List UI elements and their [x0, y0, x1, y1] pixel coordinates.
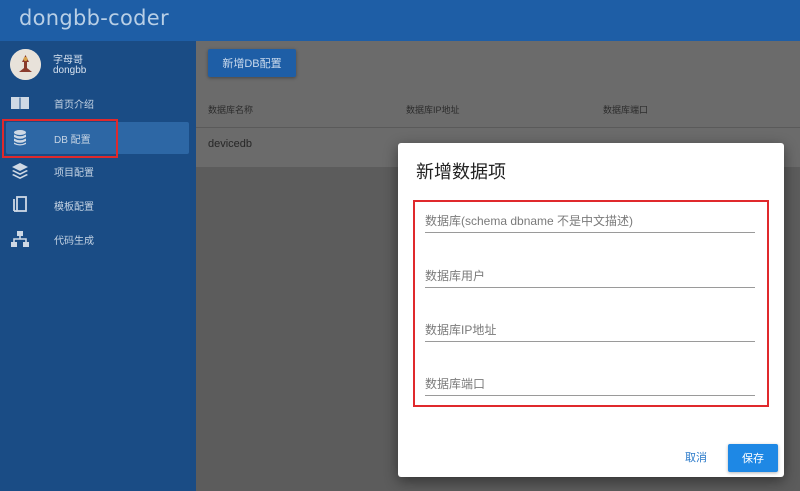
table-row-db-name[interactable]: devicedb — [208, 138, 252, 150]
db-schema-field[interactable] — [425, 211, 755, 233]
sidebar-item-label: 首页介绍 — [54, 100, 94, 111]
user-profile[interactable]: 字母哥 dongbb — [10, 49, 190, 81]
avatar[interactable] — [10, 49, 41, 80]
sidebar-item-label: 模板配置 — [54, 202, 94, 213]
cancel-button[interactable]: 取消 — [676, 445, 716, 469]
header-divider — [196, 127, 800, 128]
sidebar-item-project-config[interactable]: 项目配置 — [0, 155, 196, 187]
db-user-field[interactable] — [425, 266, 755, 288]
sidebar-item-code-gen[interactable]: 代码生成 — [0, 223, 196, 255]
dialog-title: 新增数据项 — [416, 162, 506, 182]
db-user-input[interactable] — [425, 266, 755, 286]
copy-icon — [10, 196, 30, 214]
sidebar-item-template-config[interactable]: 模板配置 — [0, 189, 196, 221]
column-header-db-port: 数据库端口 — [603, 105, 649, 115]
db-port-input[interactable] — [425, 374, 755, 394]
highlight-box-nav — [2, 119, 118, 158]
app-title: dongbb-coder — [19, 6, 169, 30]
sitemap-icon — [10, 230, 30, 248]
layers-icon — [10, 162, 30, 180]
column-header-db-name: 数据库名称 — [208, 105, 254, 115]
db-port-field[interactable] — [425, 374, 755, 396]
db-schema-input[interactable] — [425, 211, 755, 231]
sidebar-item-home[interactable]: 首页介绍 — [0, 87, 196, 119]
app-bar: dongbb-coder — [0, 0, 800, 41]
sidebar-item-label: 代码生成 — [54, 236, 94, 247]
sidebar: 字母哥 dongbb 首页介绍 DB 配置 项目配置 模板配置 代码生成 — [0, 41, 196, 491]
user-name: 字母哥 — [53, 55, 83, 66]
save-button[interactable]: 保存 — [728, 444, 778, 472]
user-id: dongbb — [53, 65, 87, 76]
sidebar-item-label: 项目配置 — [54, 168, 94, 179]
db-ip-input[interactable] — [425, 320, 755, 340]
book-icon — [10, 94, 30, 112]
add-db-config-button[interactable]: 新增DB配置 — [208, 49, 296, 77]
column-header-db-ip: 数据库IP地址 — [406, 105, 460, 115]
add-data-item-dialog: 新增数据项 取消 保存 — [398, 143, 784, 477]
db-ip-field[interactable] — [425, 320, 755, 342]
